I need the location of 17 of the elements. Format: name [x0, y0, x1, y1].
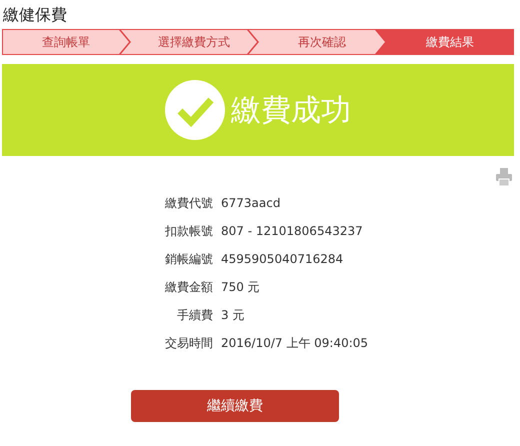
field-value: 3 元: [221, 307, 244, 324]
field-label: 手續費: [176, 307, 213, 324]
field-value: 6773aacd: [221, 195, 280, 212]
field-label: 銷帳編號: [164, 251, 213, 268]
field-label: 繳費代號: [164, 195, 213, 212]
success-message: 繳費成功: [231, 92, 351, 130]
printer-icon[interactable]: [496, 168, 512, 186]
field-label: 繳費金額: [164, 279, 213, 296]
field-label: 扣款帳號: [164, 223, 213, 240]
field-value: 2016/10/7 上午 09:40:05: [221, 335, 368, 352]
field-value: 750 元: [221, 279, 260, 296]
field-label: 交易時間: [164, 335, 213, 352]
continue-button[interactable]: 繼續繳費: [131, 390, 339, 422]
field-value: 807 - 12101806543237: [221, 223, 363, 240]
page-title: 繳健保費: [3, 5, 67, 25]
field-value: 4595905040716284: [221, 251, 344, 268]
checkmark-icon: [165, 80, 225, 140]
